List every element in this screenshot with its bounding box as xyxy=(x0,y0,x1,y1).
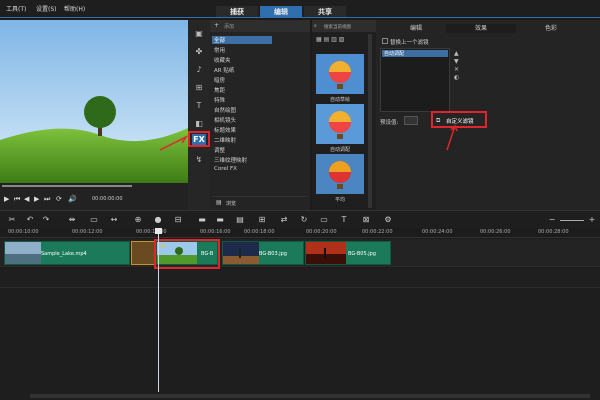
subtitle-icon[interactable]: ▤ xyxy=(234,214,246,226)
auto-music-icon[interactable]: ▬ xyxy=(196,214,208,226)
mixer-icon[interactable]: ⊟ xyxy=(172,214,184,226)
timeline-toolbar: ✂ ↶ ↷ ⇹ ▭ ↔ ⊕ ● ⊟ ▬ ▬ ▤ ⊞ ⇄ ↻ ▭ T ⊠ ⚙ − … xyxy=(0,210,600,228)
ruler-tick: 00:00:18:00 xyxy=(244,229,275,235)
ruler-tick: 00:00:26:00 xyxy=(480,229,511,235)
export-icon[interactable]: ⊠ xyxy=(360,214,372,226)
time-remap-icon[interactable]: ⇄ xyxy=(278,214,290,226)
ruler-tick: 00:00:28:00 xyxy=(538,229,569,235)
redo-icon[interactable]: ↷ xyxy=(40,214,52,226)
undo-icon[interactable]: ↶ xyxy=(24,214,36,226)
clip-thumbnail xyxy=(306,242,346,264)
track-manager-icon[interactable]: ⊕ xyxy=(132,214,144,226)
clip-thumbnail xyxy=(223,242,259,264)
motion-track-icon[interactable]: ▬ xyxy=(214,214,226,226)
tools-icon[interactable]: ✂ xyxy=(6,214,18,226)
record-icon[interactable]: ▭ xyxy=(88,214,100,226)
zoom-slider[interactable] xyxy=(560,220,584,221)
timeline-empty-area[interactable] xyxy=(0,288,600,400)
text-icon[interactable]: T xyxy=(338,214,350,226)
timeline-clip[interactable]: BG-B05.jpg xyxy=(305,241,391,265)
ruler-tick: 00:00:12:00 xyxy=(72,229,103,235)
ruler-tick: 00:00:22:00 xyxy=(362,229,393,235)
ruler-tick: 00:00:24:00 xyxy=(422,229,453,235)
fit-icon[interactable]: ↔ xyxy=(108,214,120,226)
ruler-tick: 00:00:16:00 xyxy=(200,229,231,235)
ruler-tick: 00:00:10:00 xyxy=(8,229,39,235)
playhead-handle[interactable] xyxy=(155,228,162,234)
chapter-icon[interactable]: ● xyxy=(152,214,164,226)
playhead[interactable] xyxy=(158,228,159,392)
mask-icon[interactable]: ↻ xyxy=(298,214,310,226)
color-grade-icon[interactable]: ▭ xyxy=(318,214,330,226)
timeline-ruler[interactable]: 00:00:10:00 00:00:12:00 00:00:14:00 00:0… xyxy=(0,228,600,238)
overlay-track[interactable] xyxy=(0,268,600,288)
split-icon[interactable]: ⇹ xyxy=(66,214,78,226)
zoom-out-icon[interactable]: − xyxy=(546,214,558,226)
clip-label: BG-B05.jpg xyxy=(348,251,376,257)
timeline-clip-transition[interactable] xyxy=(131,241,155,265)
clip-label: BG-B03.jpg xyxy=(259,251,287,257)
clip-thumbnail xyxy=(5,242,41,264)
settings-icon[interactable]: ⚙ xyxy=(382,214,394,226)
timeline-clip[interactable]: Sample_Lake.mp4 xyxy=(4,241,130,265)
arrow-head-fx xyxy=(179,135,189,144)
ruler-tick: 00:00:20:00 xyxy=(306,229,337,235)
timeline-scrollbar[interactable] xyxy=(30,394,590,398)
selected-clip-highlight xyxy=(154,239,220,269)
timeline-clip[interactable]: BG-B03.jpg xyxy=(222,241,304,265)
multicam-icon[interactable]: ⊞ xyxy=(256,214,268,226)
zoom-in-icon[interactable]: + xyxy=(586,214,598,226)
clip-label: Sample_Lake.mp4 xyxy=(41,251,87,257)
